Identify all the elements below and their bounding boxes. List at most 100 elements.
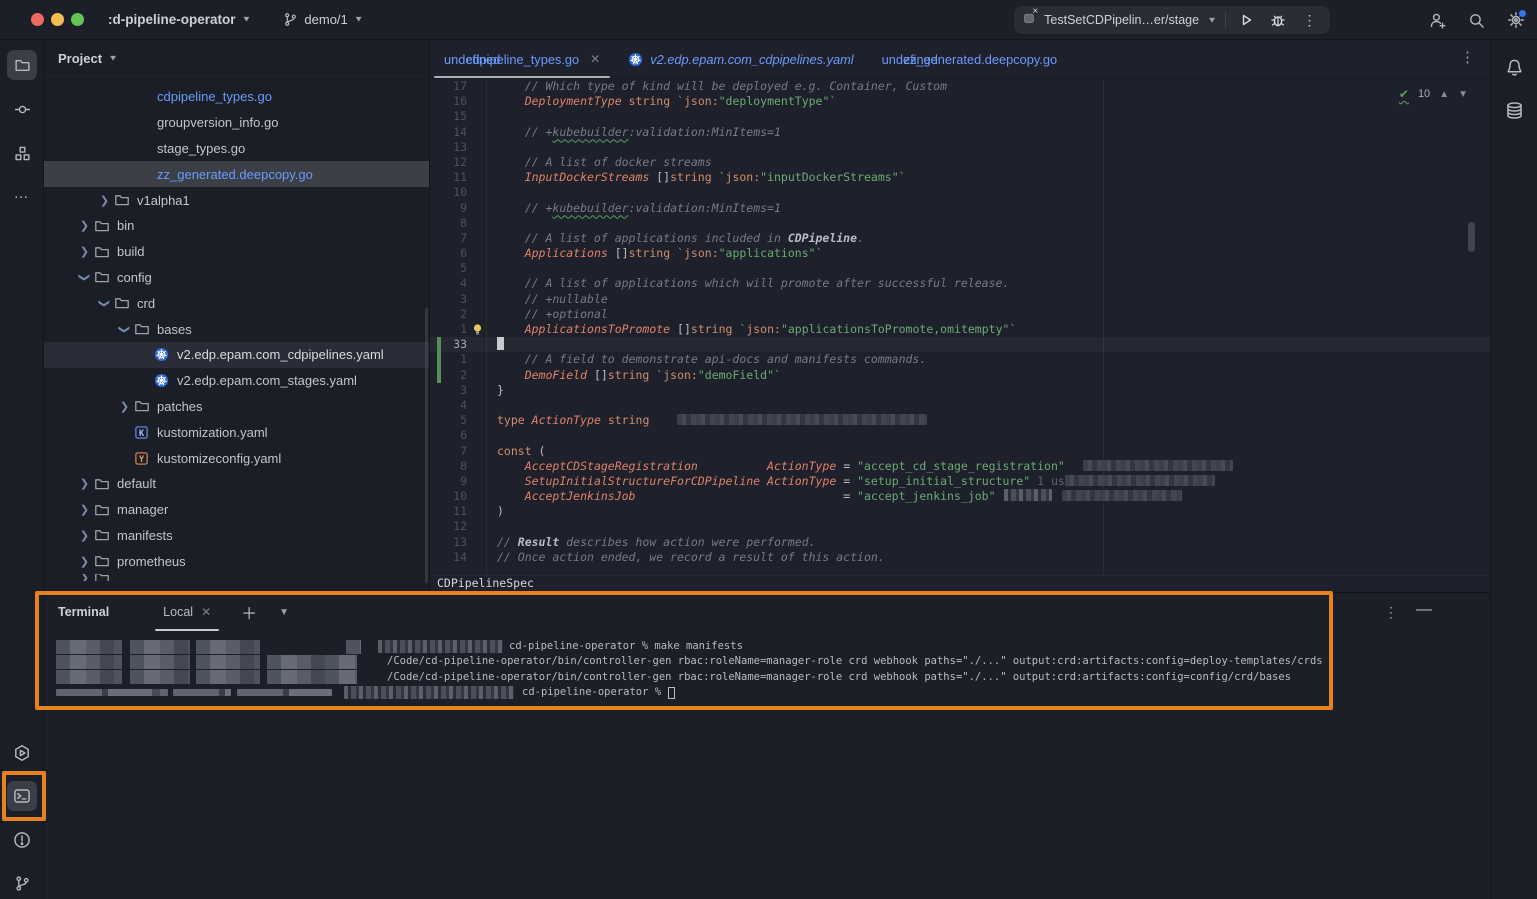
code-token: //	[497, 535, 518, 549]
settings-gear-icon[interactable]	[1507, 11, 1525, 29]
tree-item-default[interactable]: ❯default	[44, 471, 429, 497]
redacted-blur	[267, 655, 357, 669]
project-selector[interactable]: :d-pipeline-operator ▼	[102, 8, 257, 31]
terminal-options-kebab[interactable]: ⋮	[1384, 604, 1398, 621]
tool-structure-icon[interactable]	[7, 138, 37, 168]
chevron-right-icon[interactable]: ❯	[76, 574, 93, 581]
chevron-right-icon[interactable]: ❯	[76, 219, 93, 232]
chevron-right-icon[interactable]: ❯	[76, 555, 93, 568]
more-actions-kebab[interactable]: ⋮	[1298, 8, 1322, 32]
tree-item-prometheus[interactable]: ❯ prometheus	[44, 548, 429, 574]
sticky-scope-line[interactable]: CDPipelineSpec	[430, 575, 1490, 592]
go-icon: undefined	[444, 52, 459, 67]
chevron-down-icon[interactable]: ❯	[118, 321, 131, 338]
redacted-blur	[267, 670, 357, 684]
database-icon[interactable]	[1499, 95, 1529, 125]
tool-run-icon[interactable]	[7, 738, 37, 768]
tree-item-v1alpha1[interactable]: ❯v1alpha1	[44, 187, 429, 213]
code-token: `	[816, 246, 823, 260]
debug-button[interactable]	[1266, 8, 1290, 32]
tree-item-crd[interactable]: ❯crd	[44, 290, 429, 316]
branch-selector[interactable]: demo/1 ▼	[283, 12, 363, 27]
tree-item-kustomizeconfig-yaml[interactable]: Ykustomizeconfig.yaml	[44, 445, 429, 471]
folder-icon	[133, 398, 150, 414]
intention-bulb-icon[interactable]	[471, 323, 484, 336]
project-panel-header[interactable]: Project ▼	[44, 40, 429, 77]
code-token: // Once action ended, we record a result…	[497, 550, 885, 564]
tree-item-zz-generated-deepcopy-go[interactable]: zz_generated.deepcopy.go	[44, 161, 429, 187]
tree-item-config[interactable]: ❯config	[44, 265, 429, 291]
redacted-blur	[237, 689, 332, 696]
terminal-tab-local[interactable]: Local ✕	[159, 593, 215, 631]
tree-item-manifests[interactable]: ❯manifests	[44, 523, 429, 549]
tree-item-label: build	[117, 244, 144, 259]
tool-version-control-icon[interactable]	[7, 868, 37, 898]
line-number: 4	[430, 276, 467, 291]
tree-item-patches[interactable]: ❯patches	[44, 394, 429, 420]
project-scrollbar[interactable]	[425, 308, 428, 583]
code-editor[interactable]: 17 // Which type of kind will be deploye…	[430, 79, 1490, 575]
terminal-tab-label: Local	[163, 605, 193, 619]
tree-item-stage-types-go[interactable]: stage_types.go	[44, 136, 429, 162]
window-zoom-button[interactable]	[71, 13, 84, 26]
chevron-right-icon[interactable]: ❯	[76, 503, 93, 516]
tree-item-partial[interactable]: ❯	[44, 574, 429, 581]
editor-tab-v2-edp-epam-com-cdpipelines-yaml[interactable]: v2.edp.epam.com_cdpipelines.yaml	[614, 40, 867, 78]
code-with-me-icon[interactable]	[1429, 12, 1446, 29]
tool-more-icon[interactable]: …	[7, 178, 37, 208]
chevron-down-icon[interactable]: ❯	[98, 295, 111, 312]
tree-item-bases[interactable]: ❯bases	[44, 316, 429, 342]
tree-item-groupversion-info-go[interactable]: groupversion_info.go	[44, 110, 429, 136]
code-token: AcceptCDStageRegistration	[525, 459, 698, 473]
notifications-bell-icon[interactable]	[1499, 52, 1529, 82]
tool-project-icon[interactable]	[7, 50, 37, 80]
tree-item-manager[interactable]: ❯manager	[44, 497, 429, 523]
tool-commit-icon[interactable]	[7, 94, 37, 124]
code-token	[525, 413, 532, 427]
line-content: // Once action ended, we record a result…	[497, 550, 885, 565]
chevron-right-icon[interactable]: ❯	[96, 194, 113, 207]
tree-item-build[interactable]: ❯ build	[44, 239, 429, 265]
editor-options-kebab[interactable]: ⋮	[1460, 48, 1476, 66]
window-minimize-button[interactable]	[51, 13, 64, 26]
line-number: 2	[430, 307, 467, 322]
editor-scrollbar[interactable]	[1468, 222, 1475, 252]
chevron-down-icon[interactable]: ❯	[78, 269, 91, 286]
editor-tab-zz-generated-deepcopy-go[interactable]: undefinedzz_generated.deepcopy.go	[868, 40, 1071, 78]
chevron-right-icon[interactable]: ❯	[76, 529, 93, 542]
code-token: }	[497, 383, 504, 397]
tree-item-v2-edp-epam-com-cdpipelines-yaml[interactable]: v2.edp.epam.com_cdpipelines.yaml	[44, 342, 429, 368]
redacted-blur	[1004, 489, 1052, 501]
tool-problems-icon[interactable]	[7, 825, 37, 855]
close-icon[interactable]: ✕	[201, 605, 211, 619]
run-config-selector[interactable]: TestSetCDPipelin…er/stage	[1044, 13, 1199, 27]
line-number: 12	[430, 155, 467, 170]
code-token: "setup_initial_structure"	[857, 474, 1030, 488]
run-button[interactable]	[1234, 8, 1258, 32]
window-close-button[interactable]	[31, 13, 44, 26]
tool-terminal-icon[interactable]	[7, 781, 37, 811]
terminal-dropdown-chevron[interactable]: ▼	[279, 607, 289, 618]
chevron-right-icon[interactable]: ❯	[116, 400, 133, 413]
tree-item-bin[interactable]: ❯bin	[44, 213, 429, 239]
code-line: 15	[430, 109, 1490, 124]
tree-item-cdpipeline-types-go[interactable]: cdpipeline_types.go	[44, 84, 429, 110]
code-token: "inputDockerStreams"	[760, 170, 898, 184]
tree-item-kustomization-yaml[interactable]: Kkustomization.yaml	[44, 419, 429, 445]
close-icon[interactable]: ✕	[590, 52, 600, 66]
terminal-minimize-button[interactable]: —	[1416, 601, 1432, 619]
new-terminal-button[interactable]: ＋	[241, 600, 257, 624]
terminal-output[interactable]: cd-pipeline-operator % make manifests/Co…	[56, 639, 1323, 701]
editor-tab-cdpipeline-types-go[interactable]: undefinedcdpipeline_types.go✕	[430, 40, 614, 78]
tree-item-v2-edp-epam-com-stages-yaml[interactable]: v2.edp.epam.com_stages.yaml	[44, 368, 429, 394]
code-line: 4 // A list of applications which will p…	[430, 276, 1490, 291]
line-content: const (	[497, 444, 545, 459]
search-everywhere-icon[interactable]	[1468, 12, 1485, 29]
tree-item-label: prometheus	[117, 554, 186, 569]
redacted-blur	[196, 670, 260, 684]
chevron-right-icon[interactable]: ❯	[76, 245, 93, 258]
chevron-right-icon[interactable]: ❯	[76, 477, 93, 490]
chevron-down-icon[interactable]: ▼	[1207, 16, 1217, 25]
code-token: ApplicationsToPromote	[525, 322, 670, 336]
code-token: `	[899, 170, 906, 184]
